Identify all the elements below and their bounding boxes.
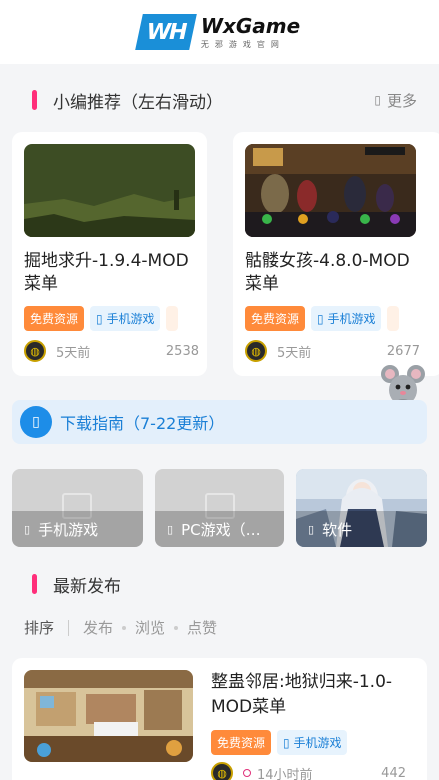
tag-mobile-game[interactable]: ▯ 手机游戏 [311,306,382,331]
tag-overflow[interactable] [166,306,179,331]
download-guide-banner[interactable]: ▯ 下载指南（7-22更新） [12,400,427,444]
tag-label: 手机游戏 [327,312,376,326]
sort-by-publish[interactable]: 发布 [83,617,113,638]
item-meta: ◍ 14小时前 442 [211,762,406,780]
sort-dot [174,625,179,630]
card-meta: ◍ 5天前 2677 [245,340,420,362]
category-icon: ▯ [167,522,174,536]
guide-icon: ▯ [20,406,52,438]
featured-section-header: 小编推荐（左右滑动） ▯ 更多 [0,80,439,120]
game-thumbnail[interactable] [24,144,195,237]
card-meta: ◍ 5天前 2538 [24,340,199,362]
logo-text-block[interactable]: WxGame 无邪游戏官网 [201,14,300,50]
featured-card[interactable]: 掘地求升-1.9.4-MOD菜单 免费资源 ▯ 手机游戏 ◍ 5天前 2538 [12,132,207,376]
latest-section-header: 最新发布 [0,564,439,604]
logo-subtitle: 无邪游戏官网 [200,40,285,49]
sort-divider [68,619,70,636]
category-text: PC游戏（… [181,520,261,539]
latest-item[interactable]: 整蛊邻居:地狱归来-1.0-MOD菜单 免费资源 ▯ 手机游戏 ◍ 14小时前 … [12,658,427,780]
more-link[interactable]: ▯ 更多 [374,90,417,111]
tag-free[interactable]: 免费资源 [245,306,306,331]
game-thumbnail[interactable] [245,144,416,237]
tag-free[interactable]: 免费资源 [24,306,85,331]
category-text: 手机游戏 [38,520,99,539]
latest-item-title[interactable]: 整蛊邻居:地狱归来-1.0-MOD菜单 [211,670,411,720]
tag-mobile-game[interactable]: ▯ 手机游戏 [277,730,348,755]
view-count: 2538 [165,343,199,359]
post-time: 5天前 [277,345,312,361]
more-label: 更多 [386,91,417,110]
category-icon: ▯ [308,522,315,536]
sort-label: 排序 [24,619,55,637]
tag-row: 免费资源 ▯ 手机游戏 [24,306,179,331]
author-avatar[interactable]: ◍ [24,340,46,362]
category-text: 软件 [322,520,353,539]
tag-icon: ▯ [96,312,103,326]
tag-mobile-game[interactable]: ▯ 手机游戏 [90,306,161,331]
category-software[interactable]: ▯ 软件 [296,469,427,547]
author-avatar[interactable]: ◍ [245,340,267,362]
author-avatar[interactable]: ◍ [211,762,233,780]
category-mobile-games[interactable]: ▯ 手机游戏 [12,469,143,547]
featured-card[interactable]: 骷髅女孩-4.8.0-MOD菜单 免费资源 ▯ 手机游戏 ◍ 5天前 2677 [233,132,439,376]
tag-overflow[interactable] [387,306,400,331]
card-title[interactable]: 骷髅女孩-4.8.0-MOD菜单 [245,250,425,296]
view-count: 442 [381,765,406,780]
section-accent-bar [32,574,37,594]
card-title[interactable]: 掘地求升-1.9.4-MOD菜单 [24,250,204,296]
logo-mark-text: WH [143,19,188,45]
sort-by-views[interactable]: 浏览 [135,617,165,638]
tag-label: 手机游戏 [106,312,155,326]
tag-icon: ▯ [317,312,324,326]
new-indicator-icon [243,769,251,777]
category-pc-games[interactable]: ▯ PC游戏（… [155,469,284,547]
sort-bar: 排序 发布 浏览 点赞 [24,617,217,638]
post-time: 5天前 [56,345,91,361]
guide-text: 下载指南（7-22更新） [60,414,225,433]
tag-label: 手机游戏 [293,736,342,750]
view-count: 2677 [386,343,420,359]
site-header: WH WxGame 无邪游戏官网 [0,0,439,64]
category-label: ▯ 手机游戏 [12,511,143,547]
section-accent-bar [32,90,37,110]
logo-title: WxGame [200,14,301,38]
tag-row: 免费资源 ▯ 手机游戏 [211,730,348,755]
post-time: 14小时前 [257,767,313,780]
more-icon: ▯ [374,93,381,107]
category-icon: ▯ [24,522,31,536]
tag-row: 免费资源 ▯ 手机游戏 [245,306,400,331]
game-thumbnail[interactable] [24,670,193,762]
tag-icon: ▯ [283,736,290,750]
featured-title: 小编推荐（左右滑动） [53,92,223,113]
logo-icon[interactable]: WH [135,14,197,50]
sort-dot [122,625,127,630]
category-label: ▯ 软件 [296,511,427,547]
sort-by-likes[interactable]: 点赞 [187,617,217,638]
latest-title: 最新发布 [53,576,121,597]
category-label: ▯ PC游戏（… [155,511,284,547]
tag-free[interactable]: 免费资源 [211,730,272,755]
